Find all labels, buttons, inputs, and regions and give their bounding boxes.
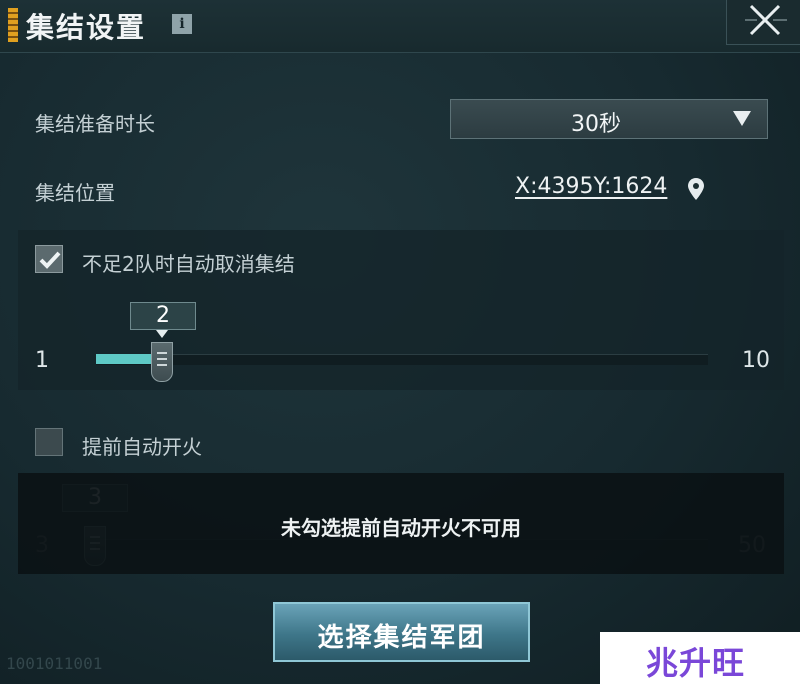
bubble-pointer-icon (156, 330, 168, 338)
info-icon[interactable]: i (172, 14, 192, 34)
page-title: 集结设置 (26, 11, 147, 44)
watermark-text: 兆升旺 (646, 644, 746, 682)
decor-binary-text: 1001011001 (6, 654, 103, 673)
auto-fire-checkbox[interactable] (35, 428, 63, 456)
header-bar: 集结设置 i (0, 0, 800, 53)
header-accent (8, 8, 18, 42)
select-legion-button-label: 选择集结军团 (317, 623, 486, 653)
slider-min-label: 1 (35, 348, 49, 373)
map-pin-icon[interactable] (688, 178, 704, 200)
prep-time-value: 30秒 (571, 112, 621, 137)
disabled-message: 未勾选提前自动开火不可用 (281, 516, 521, 540)
auto-cancel-label: 不足2队时自动取消集结 (82, 252, 295, 276)
location-coords-link[interactable]: X:4395Y:1624 (515, 174, 667, 199)
slider-track[interactable] (96, 354, 708, 365)
select-legion-button[interactable]: 选择集结军团 (273, 602, 530, 662)
prep-time-label: 集结准备时长 (35, 112, 155, 136)
slider-value-bubble: 2 (130, 302, 196, 330)
checkmark-icon (39, 251, 61, 269)
watermark-logo: 兆升旺 (600, 632, 800, 684)
location-label: 集结位置 (35, 181, 115, 205)
auto-fire-label: 提前自动开火 (82, 435, 202, 459)
prep-time-dropdown[interactable]: 30秒 (450, 99, 768, 139)
close-button[interactable] (726, 0, 800, 45)
slider-handle[interactable] (151, 342, 173, 382)
auto-cancel-checkbox[interactable] (35, 245, 63, 273)
slider-max-label: 10 (742, 348, 770, 373)
close-icon (745, 4, 787, 36)
dropdown-arrow-icon (733, 111, 751, 126)
